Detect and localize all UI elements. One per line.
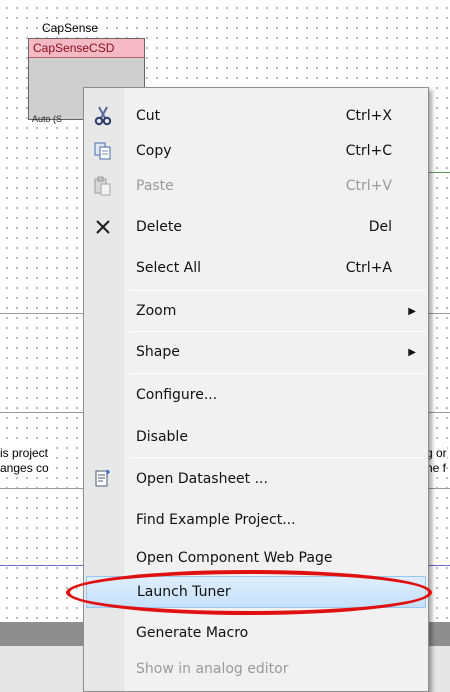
shortcut-label: Ctrl+X — [345, 108, 392, 124]
menu-item-label: Paste — [136, 178, 174, 194]
menu-item-label: Generate Macro — [136, 625, 249, 641]
menu-item-select-all[interactable]: Select All Ctrl+A — [84, 250, 428, 286]
datasheet-icon — [92, 468, 114, 490]
menu-item-label: Find Example Project... — [136, 512, 296, 528]
menu-item-paste[interactable]: Paste Ctrl+V — [84, 168, 428, 204]
menu-item-cut[interactable]: Cut Ctrl+X — [84, 98, 428, 134]
menu-item-label: Copy — [136, 143, 172, 159]
scissors-icon — [92, 105, 114, 127]
menu-item-label: Select All — [136, 260, 201, 276]
background-text-left-2: anges co — [0, 461, 49, 476]
menu-separator — [130, 290, 426, 291]
submenu-arrow-icon: ▶ — [408, 305, 416, 317]
shortcut-label: Ctrl+A — [345, 260, 392, 276]
menu-item-label: Open Datasheet ... — [136, 471, 268, 487]
menu-item-delete[interactable]: Delete Del — [84, 209, 428, 245]
background-text-right-2: he f — [426, 461, 447, 476]
shortcut-label: Del — [368, 219, 392, 235]
menu-separator — [130, 373, 426, 374]
menu-item-copy[interactable]: Copy Ctrl+C — [84, 133, 428, 169]
background-text-left-1: is project — [0, 446, 49, 461]
menu-item-label: Zoom — [136, 303, 177, 319]
menu-item-configure[interactable]: Configure... — [84, 377, 428, 413]
menu-item-label: Show in analog editor — [136, 661, 289, 677]
component-name: CapSenseCSD — [29, 39, 144, 58]
component-title: CapSense — [42, 21, 99, 35]
copy-icon — [92, 140, 114, 162]
menu-item-label: Delete — [136, 219, 182, 235]
menu-item-label: Shape — [136, 344, 180, 360]
menu-item-label: Disable — [136, 429, 188, 445]
menu-separator — [130, 331, 426, 332]
menu-item-show-analog[interactable]: Show in analog editor — [84, 651, 428, 687]
menu-item-label: Open Component Web Page — [136, 550, 333, 566]
menu-item-label: Configure... — [136, 387, 218, 403]
delete-x-icon — [92, 216, 114, 238]
submenu-arrow-icon: ▶ — [408, 346, 416, 358]
menu-separator — [130, 457, 426, 458]
background-text-right-1: g or — [426, 446, 447, 461]
menu-item-generate-macro[interactable]: Generate Macro — [84, 615, 428, 651]
menu-item-open-datasheet[interactable]: Open Datasheet ... — [84, 461, 428, 497]
paste-icon — [92, 175, 114, 197]
menu-item-disable[interactable]: Disable — [84, 419, 428, 455]
menu-item-shape[interactable]: Shape ▶ — [84, 334, 428, 370]
shortcut-label: Ctrl+V — [345, 178, 392, 194]
menu-item-label: Cut — [136, 108, 161, 124]
menu-item-find-example[interactable]: Find Example Project... — [84, 502, 428, 538]
shortcut-label: Ctrl+C — [345, 143, 392, 159]
annotation-ellipse — [66, 570, 432, 615]
menu-item-zoom[interactable]: Zoom ▶ — [84, 293, 428, 329]
component-footer-text: Auto (S — [32, 114, 63, 124]
